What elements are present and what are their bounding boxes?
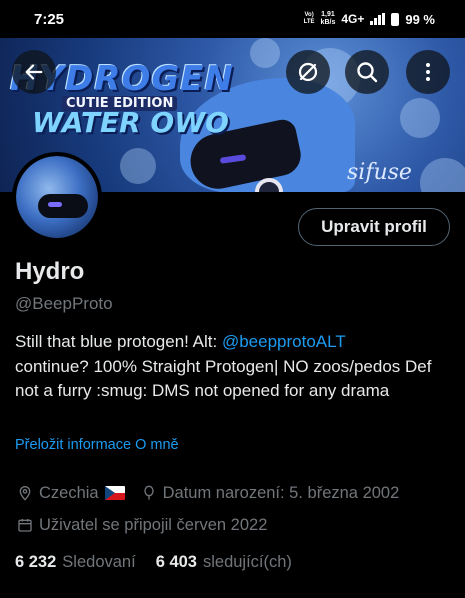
arrow-left-icon <box>25 64 43 80</box>
status-time: 7:25 <box>34 10 65 28</box>
more-button[interactable] <box>406 50 450 94</box>
back-button[interactable] <box>12 50 56 94</box>
following-count: 6 232 <box>15 553 57 571</box>
calendar-icon <box>15 515 35 535</box>
signal-icon <box>370 13 386 25</box>
speed-unit: kB/s <box>320 19 336 26</box>
follow-stats: 6 232 Sledovaní 6 403 sledující(ch) <box>15 553 292 572</box>
search-button[interactable] <box>345 50 389 94</box>
czech-flag-icon <box>104 486 125 500</box>
following-link[interactable]: 6 232 Sledovaní <box>15 553 136 572</box>
bio-text: Still that blue protogen! Alt: <box>15 332 222 351</box>
translate-bio-link[interactable]: Přeložit informace O mně <box>15 437 179 453</box>
followers-label: sledující(ch) <box>202 553 292 571</box>
joined-row: Uživatel se připojil červen 2022 <box>15 515 267 535</box>
user-handle: @BeepProto <box>15 294 113 313</box>
status-indicators: Vo) LTE 1,91 kB/s 4G+ 99 % <box>304 11 435 27</box>
search-icon <box>357 62 378 83</box>
location-pin-icon <box>15 483 35 503</box>
volte-top: Vo) <box>304 12 314 18</box>
battery-icon <box>391 12 400 26</box>
followers-link[interactable]: 6 403 sledující(ch) <box>156 553 292 572</box>
logo-subtitle: CUTIE EDITION <box>62 96 178 111</box>
avatar[interactable] <box>12 152 102 242</box>
following-label: Sledovaní <box>62 553 136 571</box>
artist-signature: sifuse <box>347 160 412 185</box>
speed-value: 1,91 <box>321 11 335 18</box>
joined-text: Uživatel se připojil červen 2022 <box>39 515 268 534</box>
birthday-text: Datum narození: 5. března 2002 <box>162 483 400 502</box>
volte-indicator: Vo) LTE <box>304 12 315 26</box>
status-bar: 7:25 Vo) LTE 1,91 kB/s 4G+ 99 % <box>0 0 465 38</box>
bio-continuation: continue? 100% Straight Protogen| NO zoo… <box>15 356 432 401</box>
balloon-icon <box>139 483 159 503</box>
avatar-image <box>16 156 98 238</box>
eye-slash-icon <box>298 62 318 82</box>
hide-button[interactable] <box>286 50 330 94</box>
bio: Still that blue protogen! Alt: @beepprot… <box>15 330 445 404</box>
edit-profile-button[interactable]: Upravit profil <box>298 208 450 246</box>
location-birthday-row: Czechia Datum narození: 5. března 2002 <box>15 483 399 503</box>
display-name: Hydro <box>15 258 85 285</box>
more-vertical-icon <box>426 63 430 81</box>
network-speed: 1,91 kB/s <box>321 11 336 27</box>
volte-bottom: LTE <box>303 19 315 25</box>
battery-percent: 99 % <box>405 11 435 27</box>
followers-count: 6 403 <box>155 553 197 571</box>
network-type: 4G+ <box>341 12 365 26</box>
bio-mention-link[interactable]: @beepprotoALT <box>222 332 346 351</box>
location-text: Czechia <box>39 483 99 502</box>
